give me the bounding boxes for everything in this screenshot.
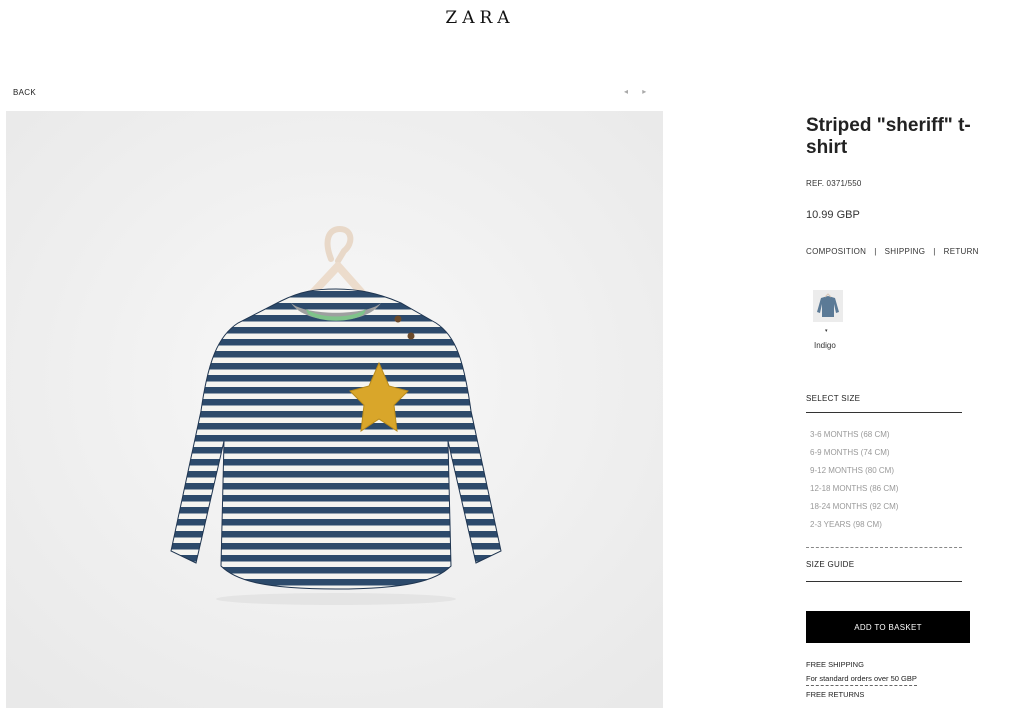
size-guide-link[interactable]: SIZE GUIDE bbox=[806, 560, 854, 569]
color-swatch-indigo[interactable] bbox=[813, 290, 843, 322]
size-option[interactable]: 3-6 MONTHS (68 CM) bbox=[810, 430, 898, 448]
selected-color-marker-icon: ▾ bbox=[825, 328, 828, 334]
size-option[interactable]: 2-3 YEARS (98 CM) bbox=[810, 520, 898, 538]
product-image bbox=[6, 111, 663, 708]
link-separator: | bbox=[874, 247, 877, 256]
free-shipping-label: FREE SHIPPING bbox=[806, 660, 864, 669]
info-links: COMPOSITION | SHIPPING | RETURN bbox=[806, 247, 979, 256]
return-link[interactable]: RETURN bbox=[944, 247, 979, 256]
link-separator: | bbox=[933, 247, 936, 256]
product-ref: REF. 0371/550 bbox=[806, 179, 862, 188]
zara-logo[interactable]: ZARA bbox=[0, 8, 960, 28]
size-option[interactable]: 6-9 MONTHS (74 CM) bbox=[810, 448, 898, 466]
size-option[interactable]: 12-18 MONTHS (86 CM) bbox=[810, 484, 898, 502]
composition-link[interactable]: COMPOSITION bbox=[806, 247, 866, 256]
select-size-label: SELECT SIZE bbox=[806, 394, 861, 403]
color-name: Indigo bbox=[814, 341, 836, 350]
shipping-condition: For standard orders over 50 GBP bbox=[806, 674, 917, 686]
divider bbox=[806, 412, 962, 413]
back-link[interactable]: BACK bbox=[13, 88, 36, 97]
product-price: 10.99 GBP bbox=[806, 209, 860, 221]
prev-arrow-icon[interactable]: ◂ bbox=[624, 87, 628, 96]
product-title: Striped "sheriff" t-shirt bbox=[806, 115, 971, 158]
size-option[interactable]: 18-24 MONTHS (92 CM) bbox=[810, 502, 898, 520]
dashed-divider bbox=[806, 547, 962, 548]
next-arrow-icon[interactable]: ▸ bbox=[642, 87, 646, 96]
shipping-link[interactable]: SHIPPING bbox=[885, 247, 926, 256]
size-option[interactable]: 9-12 MONTHS (80 CM) bbox=[810, 466, 898, 484]
add-to-basket-button[interactable]: ADD TO BASKET bbox=[806, 611, 970, 643]
divider bbox=[806, 581, 962, 582]
image-pager: ◂ ▸ bbox=[624, 87, 658, 96]
free-returns-label: FREE RETURNS bbox=[806, 690, 865, 699]
size-list: 3-6 MONTHS (68 CM) 6-9 MONTHS (74 CM) 9-… bbox=[810, 430, 898, 538]
